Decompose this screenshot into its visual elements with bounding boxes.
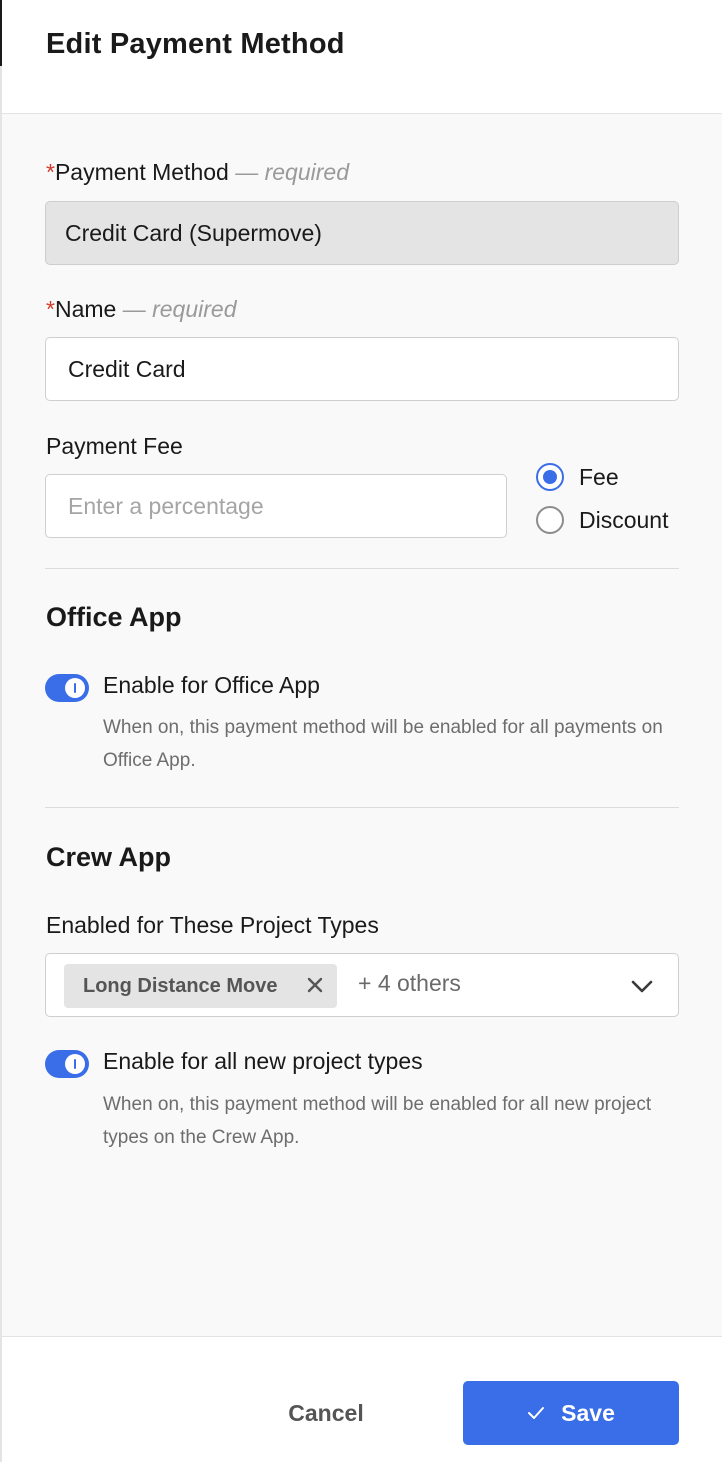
new-project-types-toggle-label: Enable for all new project types [103, 1048, 423, 1074]
fee-radio-label: Fee [579, 463, 619, 490]
name-value: Credit Card [68, 355, 186, 382]
save-button-label: Save [561, 1399, 615, 1426]
project-types-multiselect[interactable]: Long Distance Move + 4 others [45, 953, 679, 1017]
new-project-types-helper-text: When on, this payment method will be ena… [103, 1094, 652, 1148]
other-project-types-count: + 4 others [358, 970, 461, 996]
office-app-section-title: Office App [46, 602, 182, 632]
required-hint: — required [122, 296, 237, 322]
fee-radio[interactable] [536, 463, 564, 491]
project-type-chip-label: Long Distance Move [83, 974, 278, 997]
discount-radio-label: Discount [579, 506, 669, 533]
cancel-button[interactable]: Cancel [246, 1381, 406, 1445]
crew-app-section-title: Crew App [46, 842, 172, 872]
payment-method-value: Credit Card (Supermove) [65, 219, 322, 246]
name-label-text: Name [54, 296, 117, 322]
project-types-label: Enabled for These Project Types [46, 912, 379, 938]
page-title: Edit Payment Method [46, 28, 345, 60]
save-button[interactable]: Save [463, 1381, 679, 1445]
chevron-down-icon[interactable] [630, 978, 654, 994]
section-divider [45, 568, 679, 569]
name-label: *Name — required [46, 296, 236, 323]
fee-radio-option[interactable]: Fee [536, 463, 619, 491]
office-app-toggle[interactable] [45, 674, 89, 702]
required-hint: — required [235, 159, 349, 185]
toggle-knob [65, 678, 85, 698]
new-project-types-toggle[interactable] [45, 1050, 89, 1078]
project-type-chip: Long Distance Move [64, 964, 337, 1008]
required-star: * [46, 159, 55, 185]
close-icon[interactable] [305, 975, 325, 995]
payment-method-label: *Payment Method — required [46, 159, 349, 186]
office-app-toggle-label: Enable for Office App [103, 672, 320, 698]
payment-fee-label: Payment Fee [46, 433, 183, 459]
discount-radio[interactable] [536, 506, 564, 534]
payment-method-label-text: Payment Method [54, 159, 229, 185]
checkmark-icon [528, 1407, 545, 1419]
section-divider [45, 807, 679, 808]
name-input[interactable]: Credit Card [45, 337, 679, 401]
payment-method-field: Credit Card (Supermove) [45, 201, 679, 265]
modal-header: Edit Payment Method [2, 0, 722, 114]
modal-footer: Cancel Save [2, 1336, 722, 1462]
payment-fee-input[interactable] [45, 474, 507, 538]
modal-body: *Payment Method — required Credit Card (… [2, 114, 722, 1336]
office-app-helper-text: When on, this payment method will be ena… [103, 717, 663, 771]
required-star: * [46, 296, 55, 322]
toggle-knob [65, 1054, 85, 1074]
discount-radio-option[interactable]: Discount [536, 506, 668, 534]
